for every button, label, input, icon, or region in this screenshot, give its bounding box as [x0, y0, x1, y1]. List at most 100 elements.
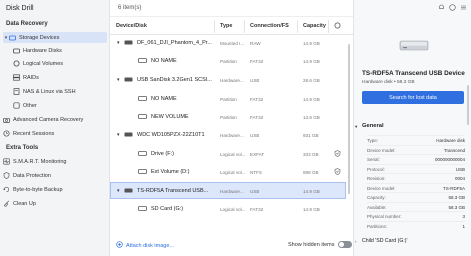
- search-for-lost-data-button[interactable]: Search for lost data: [362, 91, 464, 104]
- device-capacity: 14.9 GB: [303, 41, 320, 46]
- column-divider: [214, 20, 215, 33]
- protection-shield-icon[interactable]: [334, 150, 341, 159]
- device-connection: FAT32: [250, 207, 264, 212]
- device-connection: RAW: [250, 41, 261, 46]
- device-name: SD Card (G:): [151, 206, 184, 212]
- property-value: 58.3 GB: [448, 205, 465, 210]
- show-hidden-toggle[interactable]: [338, 241, 353, 248]
- sidebar-item-advanced-camera-recovery[interactable]: Advanced Camera Recovery: [3, 114, 107, 125]
- property-key: Type:: [367, 138, 379, 143]
- help-icon[interactable]: [449, 4, 456, 13]
- device-name: NO NAME: [151, 96, 177, 102]
- device-name: NEW VOLUME: [151, 114, 189, 120]
- sidebar-item-data-protection[interactable]: Data Protection: [3, 170, 107, 181]
- column-device[interactable]: Device/Disk: [116, 23, 147, 29]
- column-connection[interactable]: Connection/FS: [250, 23, 289, 29]
- property-key: Protocol:: [367, 167, 385, 172]
- detail-scrollbar[interactable]: [467, 85, 469, 125]
- child-section-title[interactable]: Child 'SD Card (G:)': [362, 238, 408, 244]
- clock-icon: [3, 130, 10, 137]
- device-name: NO NAME: [151, 58, 177, 64]
- table-row-selected[interactable]: ▾ TS-RDF5A Transcend USB... Hardware... …: [110, 182, 346, 199]
- sidebar-item-label: Clean Up: [13, 200, 36, 207]
- storage-icon: [9, 34, 16, 41]
- attach-label: Attach disk image...: [126, 242, 174, 249]
- table-row[interactable]: ▾ DF_061_DJI_Phantom_4_Pr... Mounted I..…: [110, 35, 346, 52]
- sidebar-item-other[interactable]: Other: [13, 100, 107, 111]
- property-row: Device model: Transcend: [367, 145, 465, 154]
- device-connection: EXFAT: [250, 152, 265, 157]
- table-row[interactable]: ▾ USB SanDisk 3.2Gen1 SCSI... Hardware..…: [110, 72, 346, 89]
- column-type[interactable]: Type: [220, 23, 232, 29]
- chevron-down-icon[interactable]: ▾: [117, 188, 120, 194]
- sidebar-item-storage-devices[interactable]: ▾ Storage Devices: [3, 32, 107, 43]
- device-type: Hardware...: [220, 78, 244, 83]
- device-type: Partition: [220, 59, 237, 64]
- table-row[interactable]: NO NAME Partition FAT32 14.9 GB: [110, 53, 346, 70]
- sidebar-item-label: Byte-to-byte Backup: [13, 186, 63, 193]
- table-row[interactable]: ▾ WDC WD105PZX-22Z10T1 Hardware... USB 9…: [110, 127, 346, 144]
- device-title: TS-RDF5A Transcend USB Device: [362, 70, 465, 77]
- general-section-title[interactable]: General: [362, 123, 384, 129]
- protection-shield-icon[interactable]: [334, 168, 341, 177]
- property-value: Hardware disk: [436, 138, 465, 143]
- device-connection: FAT32: [250, 97, 264, 102]
- show-hidden-items: Show hidden items: [288, 241, 353, 248]
- device-subtitle: Hardware disk • 58.3 GB: [362, 80, 415, 85]
- device-capacity: 14.9 GB: [303, 189, 320, 194]
- camera-icon: [3, 116, 10, 123]
- table-row[interactable]: Drive (F:) Logical vol... EXFAT 333 GB: [110, 146, 346, 163]
- table-row[interactable]: NEW VOLUME Partition FAT32 13.6 GB: [110, 109, 346, 126]
- items-count: 6 item(s): [118, 5, 142, 11]
- sidebar-item-logical-volumes[interactable]: Logical Volumes: [13, 58, 107, 69]
- plus-circle-icon: [116, 241, 123, 250]
- sidebar-item-nas[interactable]: NAS & Linux via SSH: [13, 86, 107, 97]
- attach-disk-image-link[interactable]: Attach disk image...: [116, 241, 174, 250]
- sidebar-item-clean-up[interactable]: Clean Up: [3, 198, 107, 209]
- volume-icon: [138, 206, 147, 211]
- scrollbar[interactable]: [348, 44, 350, 194]
- device-connection: FAT32: [250, 115, 264, 120]
- property-row: Serial: 000000000004: [367, 154, 465, 163]
- chevron-down-icon[interactable]: ▾: [355, 124, 357, 130]
- device-capacity: 28.6 GB: [303, 78, 320, 83]
- sidebar-item-byte-backup[interactable]: Byte-to-byte Backup: [3, 184, 107, 195]
- sidebar-item-recent-sessions[interactable]: Recent Sessions: [3, 128, 107, 139]
- notification-icon[interactable]: [438, 4, 445, 13]
- chevron-down-icon[interactable]: ▾: [117, 40, 120, 46]
- device-type: Hardware...: [220, 189, 244, 194]
- section-extra-tools: Extra Tools: [6, 145, 39, 151]
- sidebar-item-hardware-disks[interactable]: Hardware Disks: [13, 45, 107, 56]
- property-row: Available: 58.3 GB: [367, 202, 465, 211]
- device-capacity: 698 GB: [303, 170, 319, 175]
- property-key: Physical number:: [367, 214, 402, 219]
- table-row[interactable]: Ext Volume (D:) Logical vol... NTFS 698 …: [110, 164, 346, 181]
- property-value: Transcend: [443, 148, 465, 153]
- protection-column-icon[interactable]: [334, 22, 341, 31]
- table-row[interactable]: NO NAME Partition FAT32 14.9 GB: [110, 91, 346, 108]
- property-value: 1: [462, 224, 465, 229]
- sidebar-item-smart-monitoring[interactable]: S.M.A.R.T. Monitoring: [3, 156, 107, 167]
- property-key: Device model:: [367, 148, 396, 153]
- property-value: 58.3 GB: [448, 195, 465, 200]
- volume-icon: [138, 151, 147, 156]
- sidebar: Disk Drill Data Recovery ▾ Storage Devic…: [0, 0, 110, 256]
- property-row: Partitions: 1: [367, 221, 465, 230]
- column-capacity[interactable]: Capacity: [303, 23, 326, 29]
- chevron-down-icon[interactable]: ▾: [117, 77, 120, 83]
- chevron-right-icon[interactable]: ›: [355, 239, 357, 244]
- column-divider: [297, 20, 298, 33]
- device-capacity: 14.9 GB: [303, 59, 320, 64]
- menu-icon[interactable]: [460, 4, 467, 13]
- usb-drive-icon: [124, 77, 133, 82]
- sidebar-item-raids[interactable]: RAIDs: [13, 72, 107, 83]
- device-connection: USB: [250, 78, 260, 83]
- property-row: Type: Hardware disk: [367, 135, 465, 144]
- chevron-down-icon[interactable]: ▾: [117, 132, 120, 138]
- show-hidden-label: Show hidden items: [288, 241, 335, 248]
- table-row[interactable]: SD Card (G:) Logical vol... FAT32 14.9 G…: [110, 201, 346, 218]
- property-row: Physical number: 3: [367, 211, 465, 220]
- device-capacity: 931 GB: [303, 133, 319, 138]
- device-name: USB SanDisk 3.2Gen1 SCSI...: [137, 77, 212, 83]
- device-capacity: 333 GB: [303, 152, 319, 157]
